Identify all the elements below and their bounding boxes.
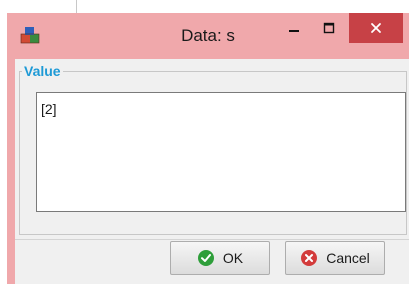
x-circle-icon <box>301 250 318 266</box>
value-group: Value [2] <box>19 62 407 235</box>
minimize-button[interactable] <box>277 13 310 43</box>
dialog-body: Value [2] OK Cancel <box>15 59 409 284</box>
value-text: [2] <box>41 101 57 117</box>
minimize-icon <box>288 30 299 32</box>
maximize-button[interactable] <box>312 13 345 43</box>
value-group-label: Value <box>22 62 63 80</box>
close-icon <box>371 23 381 33</box>
value-text-area[interactable]: [2] <box>36 92 406 212</box>
maximize-icon <box>323 22 334 34</box>
screen: Data: s Value [2] OK Cancel <box>0 0 409 284</box>
cancel-button[interactable]: Cancel <box>285 241 385 275</box>
close-button[interactable] <box>349 13 403 43</box>
title-bar[interactable]: Data: s <box>7 13 409 59</box>
ok-button-label: OK <box>222 250 244 266</box>
ok-button[interactable]: OK <box>170 241 270 275</box>
cancel-button-label: Cancel <box>326 250 370 266</box>
background-divider <box>76 0 77 14</box>
check-circle-icon <box>197 250 214 266</box>
button-area-divider <box>15 239 409 240</box>
dialog-window: Data: s Value [2] OK Cancel <box>7 13 409 284</box>
